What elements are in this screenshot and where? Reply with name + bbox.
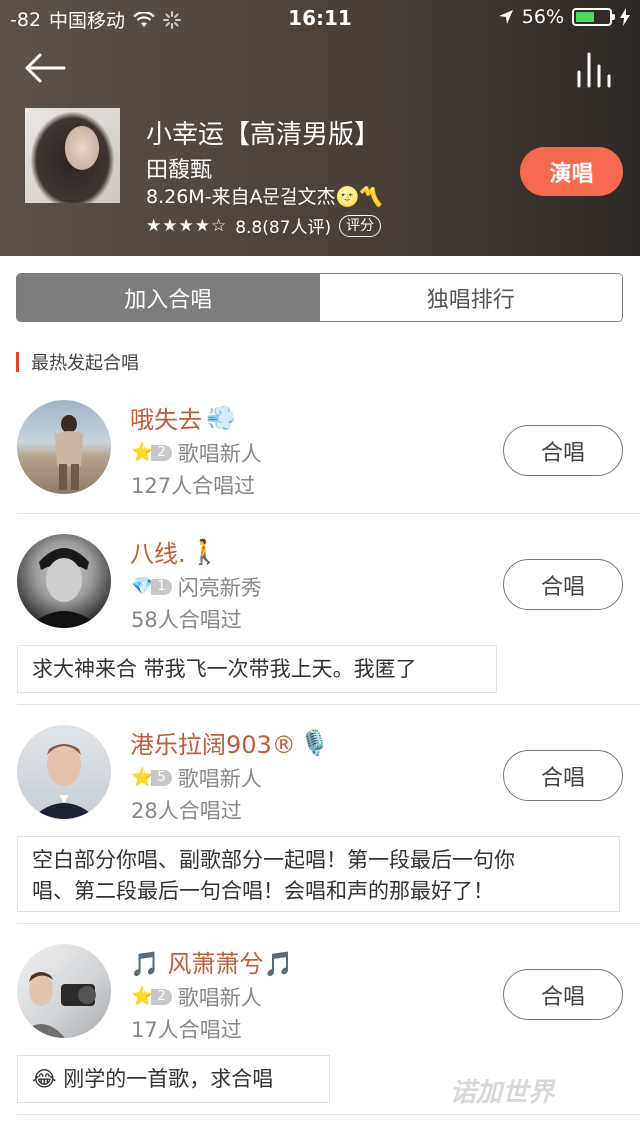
chorus-comment: 😂 刚学的一首歌，求合唱 <box>17 1055 330 1103</box>
equalizer-icon[interactable] <box>576 52 612 88</box>
user-name-text: 八线. <box>130 540 186 568</box>
user-level: ⭐ 2 歌唱新人 <box>131 438 262 468</box>
comment-line: 空白部分你唱、副歌部分一起唱！第一段最后一句你 <box>32 848 515 872</box>
level-badge: 💎 1 <box>131 578 172 596</box>
user-name[interactable]: 🎵 风萧萧兮🎵 <box>130 944 293 979</box>
diamond-icon: 💎 <box>131 576 154 597</box>
chorus-count: 17人合唱过 <box>131 1018 242 1042</box>
level-title: 歌唱新人 <box>177 986 262 1010</box>
chorus-button[interactable]: 合唱 <box>503 750 623 801</box>
star-icon: ⭐ <box>131 442 154 463</box>
charging-bolt-icon <box>620 8 630 26</box>
chorus-count: 127人合唱过 <box>131 474 256 498</box>
microphone-emoji-icon: 🎙️ <box>299 728 330 757</box>
avatar[interactable] <box>17 534 111 628</box>
tab-solo-ranking[interactable]: 独唱排行 <box>319 274 622 321</box>
watermark-logo: 诺加世界 <box>450 1078 555 1108</box>
status-bar: -82 中国移动 16:11 56% <box>0 0 640 36</box>
avatar[interactable] <box>17 400 111 494</box>
section-accent-bar <box>16 352 19 372</box>
user-level: ⭐ 5 歌唱新人 <box>131 763 262 793</box>
walking-emoji-icon: 🚶 <box>189 537 220 566</box>
chorus-comment: 求大神来合 带我飞一次带我上天。我匿了 <box>17 645 497 693</box>
user-name[interactable]: 港乐拉阔903® 🎙️ <box>130 725 330 760</box>
rate-button[interactable]: 评分 <box>339 214 382 237</box>
sing-button[interactable]: 演唱 <box>520 147 623 196</box>
divider <box>17 704 640 705</box>
chorus-count: 58人合唱过 <box>131 608 242 632</box>
chorus-button[interactable]: 合唱 <box>503 559 623 610</box>
album-cover[interactable] <box>25 108 120 203</box>
level-number: 1 <box>151 579 172 595</box>
level-title: 歌唱新人 <box>177 442 262 466</box>
star-icon: ⭐ <box>131 767 154 788</box>
user-name[interactable]: 哦失去 💨 <box>130 400 236 435</box>
divider <box>17 923 640 924</box>
wind-emoji-icon: 💨 <box>206 403 236 432</box>
level-badge: ⭐ 2 <box>131 444 172 462</box>
level-title: 歌唱新人 <box>177 767 262 791</box>
user-name-text: 港乐拉阔903® <box>130 731 296 759</box>
song-title: 小幸运【高清男版】 <box>146 120 381 150</box>
battery-icon <box>572 8 615 26</box>
user-name-text: 哦失去 <box>130 406 202 434</box>
song-meta: 8.26M-来自A문걸文杰🌝〽️ <box>146 186 383 208</box>
chorus-button[interactable]: 合唱 <box>503 425 623 476</box>
divider <box>17 513 640 514</box>
chorus-comment: 空白部分你唱、副歌部分一起唱！第一段最后一句你 唱、第二段最后一句合唱！会唱和声… <box>17 836 620 912</box>
chorus-count: 28人合唱过 <box>131 799 242 823</box>
battery-percent: 56% <box>521 6 564 28</box>
avatar[interactable] <box>17 944 111 1038</box>
location-arrow-icon <box>498 10 513 24</box>
level-badge: ⭐ 5 <box>131 769 172 787</box>
tab-bar: 加入合唱 独唱排行 <box>16 273 623 322</box>
level-title: 闪亮新秀 <box>177 576 262 600</box>
section-header: 最热发起合唱 <box>16 350 139 374</box>
song-artist: 田馥甄 <box>146 158 213 183</box>
star-rating-icon: ★★★★☆ <box>146 215 228 236</box>
section-title: 最热发起合唱 <box>31 353 139 374</box>
song-header: -82 中国移动 16:11 56% 小幸运【高清男版】 田馥甄 8.26M-来… <box>0 0 640 256</box>
user-level: 💎 1 闪亮新秀 <box>131 572 262 602</box>
chorus-button[interactable]: 合唱 <box>503 969 623 1020</box>
divider <box>17 1114 640 1115</box>
level-number: 2 <box>151 445 172 461</box>
comment-line: 唱、第二段最后一句合唱！会唱和声的那最好了！ <box>32 879 494 903</box>
rating-score: 8.8(87人评) <box>235 218 332 238</box>
level-number: 2 <box>151 989 172 1005</box>
user-level: ⭐ 2 歌唱新人 <box>131 982 262 1012</box>
user-name[interactable]: 八线. 🚶 <box>130 534 220 569</box>
level-badge: ⭐ 2 <box>131 988 172 1006</box>
user-name-text: 🎵 风萧萧兮🎵 <box>130 950 294 978</box>
tab-join-chorus[interactable]: 加入合唱 <box>17 274 320 321</box>
avatar[interactable] <box>17 725 111 819</box>
star-icon: ⭐ <box>131 986 154 1007</box>
back-arrow-icon[interactable] <box>24 50 68 86</box>
rating-row: ★★★★☆ 8.8(87人评) 评分 <box>146 213 382 238</box>
level-number: 5 <box>151 770 172 786</box>
